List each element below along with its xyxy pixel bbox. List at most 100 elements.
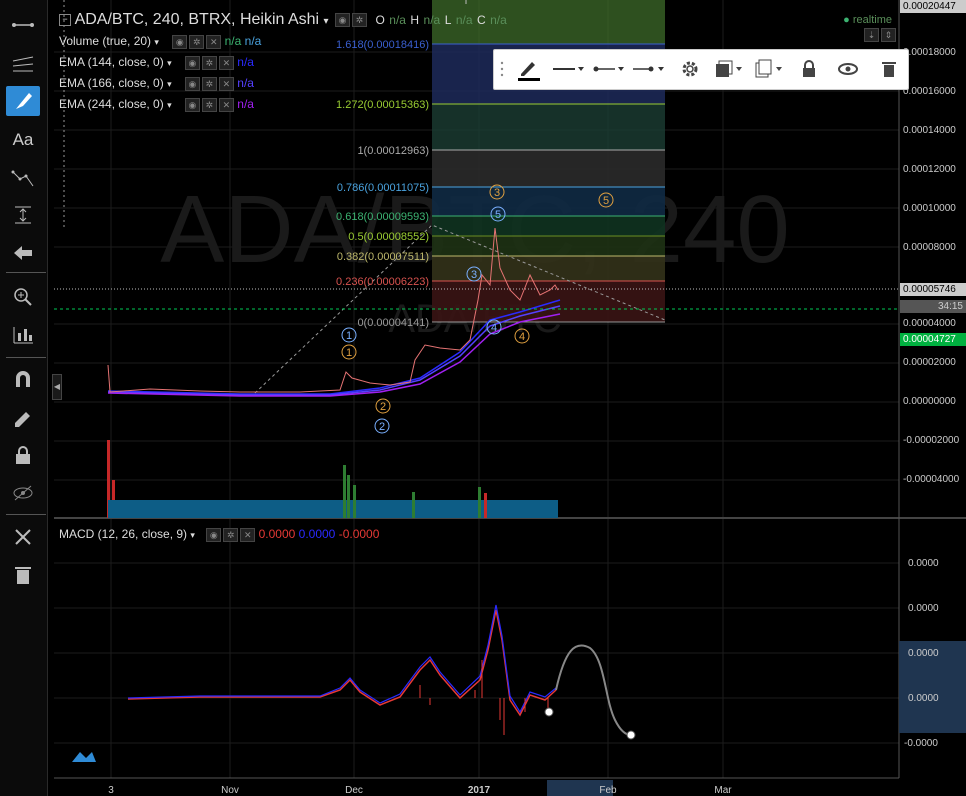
price-tick: -0.00004000 — [903, 474, 960, 485]
svg-text:1: 1 — [346, 330, 352, 342]
settings-icon[interactable] — [676, 56, 704, 82]
macd-tick: 0.0000 — [908, 693, 939, 704]
ema-166-value: n/a — [237, 76, 254, 90]
gear-icon[interactable]: ✲ — [201, 76, 217, 91]
countdown-tag: 34:15 — [900, 300, 966, 313]
chevron-down-icon[interactable]: ▾ — [324, 16, 329, 27]
line-style-icon[interactable] — [550, 56, 586, 82]
gear-icon[interactable]: ✲ — [189, 34, 205, 49]
price-tick: 0.00014000 — [903, 125, 956, 136]
macd-tick: -0.0000 — [904, 738, 938, 749]
svg-text:1.272(0.00015363): 1.272(0.00015363) — [336, 99, 429, 111]
macd-hist-value: -0.0000 — [338, 527, 380, 541]
trash-icon[interactable] — [876, 56, 902, 82]
svg-text:4: 4 — [491, 322, 497, 334]
ohlc-o-label: O — [375, 13, 385, 27]
volume-label[interactable]: Volume (true, 20) — [59, 34, 151, 48]
gear-icon[interactable]: ✲ — [223, 527, 239, 542]
price-tick: 0.00002000 — [903, 357, 956, 368]
price-chart[interactable]: ADA/BTC, 240 ADA/BTC — [0, 0, 966, 796]
eye-icon[interactable]: ◉ — [206, 527, 222, 542]
svg-text:3: 3 — [108, 785, 114, 796]
eye-icon[interactable]: ◉ — [172, 34, 188, 49]
ema-244-label[interactable]: EMA (244, close, 0) — [59, 97, 164, 111]
last-price-tag: 0.00004727 — [900, 333, 966, 346]
gear-icon[interactable]: ✲ — [201, 97, 217, 112]
ema-144-value: n/a — [237, 55, 254, 69]
svg-text:2: 2 — [379, 421, 385, 433]
gear-icon[interactable]: ✲ — [201, 55, 217, 70]
svg-text:5: 5 — [603, 195, 609, 207]
legend-macd: MACD (12, 26, close, 9) ▾ ◉ ✲ ✕ 0.0000 0.0… — [59, 527, 380, 542]
drag-handle-icon[interactable] — [498, 56, 506, 82]
close-icon[interactable]: ✕ — [218, 97, 234, 112]
symbol-header: − ADA/BTC, 240, BTRX, Heikin Ashi ▾ ◉ ✲ O… — [59, 11, 507, 29]
macd-tick: 0.0000 — [908, 648, 939, 659]
price-axis-top: 0.00020447 — [900, 0, 966, 13]
price-tick: 0.00004000 — [903, 318, 956, 329]
eye-icon[interactable]: ◉ — [184, 76, 200, 91]
macd-signal-value: 0.0000 — [298, 527, 336, 541]
ema-144-label[interactable]: EMA (144, close, 0) — [59, 55, 164, 69]
pen-color-icon[interactable] — [512, 56, 544, 82]
macd-value: 0.0000 — [258, 527, 296, 541]
ohlc-h-value: n/a — [423, 13, 441, 27]
symbol-title[interactable]: ADA/BTC, 240, BTRX, Heikin Ashi — [75, 11, 320, 28]
collapse-legend-icon[interactable]: − — [59, 13, 71, 26]
right-end-icon[interactable] — [630, 56, 666, 82]
close-icon[interactable]: ✕ — [240, 527, 256, 542]
ohlc-c-value: n/a — [490, 13, 507, 27]
tradingview-logo-icon — [72, 752, 96, 762]
svg-text:1.618(0.00018416): 1.618(0.00018416) — [336, 39, 429, 51]
macd-tick: 0.0000 — [908, 603, 939, 614]
svg-text:1: 1 — [346, 347, 352, 359]
volume-bars — [107, 440, 558, 518]
lock-icon[interactable] — [796, 56, 822, 82]
svg-text:0(0.00004141): 0(0.00004141) — [357, 317, 429, 329]
macd-pane — [127, 604, 636, 740]
realtime-status: ● realtime — [843, 14, 892, 26]
legend-ema-244: EMA (244, close, 0) ▾ ◉ ✲ ✕ n/a — [59, 97, 254, 112]
ohlc-h-label: H — [410, 13, 420, 27]
price-tick: -0.00002000 — [903, 435, 960, 446]
svg-text:Nov: Nov — [221, 785, 239, 796]
eye-icon[interactable]: ◉ — [335, 12, 351, 27]
layers-icon[interactable] — [712, 56, 746, 82]
price-tick: 0.00000000 — [903, 396, 956, 407]
svg-text:3: 3 — [494, 187, 500, 199]
price-axis[interactable]: 0.00020447 0.00018000 0.00016000 0.00014… — [899, 0, 966, 520]
scroll-buttons[interactable]: ⇣ ⇕ — [862, 28, 896, 42]
macd-tick: 0.0000 — [908, 558, 939, 569]
volume-value: n/a — [224, 34, 242, 48]
gear-icon[interactable]: ✲ — [352, 12, 368, 27]
price-tick: 0.00012000 — [903, 164, 956, 175]
macd-label[interactable]: MACD (12, 26, close, 9) — [59, 527, 187, 541]
svg-text:4: 4 — [519, 331, 525, 343]
time-axis: 3 Nov Dec 2017 Feb Mar — [108, 785, 732, 796]
svg-text:Feb: Feb — [599, 785, 617, 796]
svg-text:0.236(0.00006223): 0.236(0.00006223) — [336, 276, 429, 288]
left-end-icon[interactable] — [590, 56, 626, 82]
price-tick: 0.00018000 — [903, 47, 956, 58]
eye-icon[interactable]: ◉ — [184, 55, 200, 70]
price-tick: 0.00008000 — [903, 242, 956, 253]
legend-ema-144: EMA (144, close, 0) ▾ ◉ ✲ ✕ n/a — [59, 55, 254, 70]
eye-icon[interactable] — [834, 56, 862, 82]
fib-labels: 1.618(0.00018416) 1.272(0.00015363) 1(0.… — [336, 39, 429, 329]
svg-text:2017: 2017 — [468, 785, 491, 796]
close-icon[interactable]: ✕ — [218, 76, 234, 91]
eye-icon[interactable]: ◉ — [184, 97, 200, 112]
ohlc-o-value: n/a — [389, 13, 406, 27]
svg-text:3: 3 — [471, 269, 477, 281]
macd-axis[interactable]: 0.0000 0.0000 0.0000 0.0000 -0.0000 — [899, 520, 966, 778]
close-icon[interactable]: ✕ — [218, 55, 234, 70]
svg-text:1(0.00012963): 1(0.00012963) — [357, 145, 429, 157]
ohlc-l-label: L — [444, 13, 452, 27]
svg-text:0.382(0.00007511): 0.382(0.00007511) — [337, 251, 429, 263]
ema-244-value: n/a — [237, 97, 254, 111]
close-icon[interactable]: ✕ — [206, 34, 222, 49]
clone-icon[interactable] — [752, 56, 786, 82]
svg-text:0.618(0.00009593): 0.618(0.00009593) — [336, 211, 429, 223]
ema-166-label[interactable]: EMA (166, close, 0) — [59, 76, 164, 90]
legend-volume: Volume (true, 20) ▾ ◉ ✲ ✕ n/a n/a — [59, 34, 262, 49]
